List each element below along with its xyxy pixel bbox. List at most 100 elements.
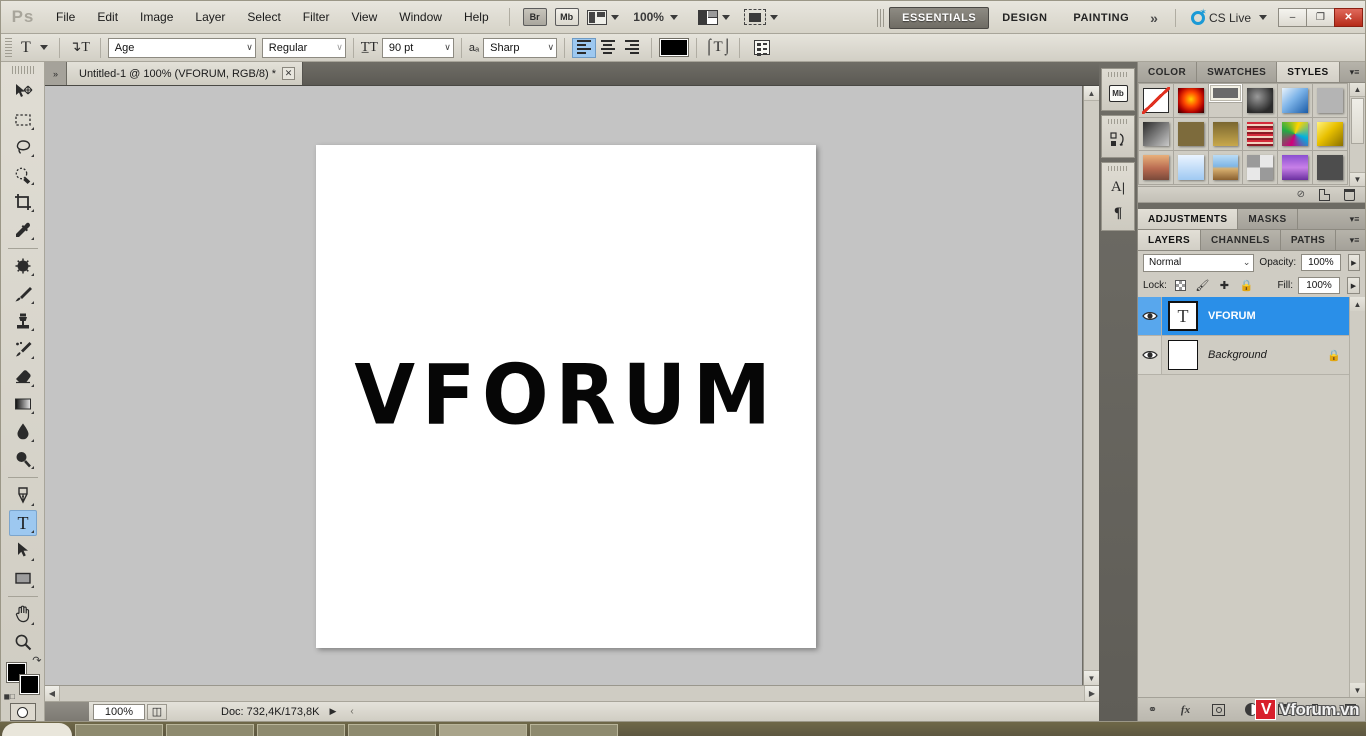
style-swatch-charcoal[interactable] — [1312, 150, 1348, 185]
tab-styles[interactable]: STYLES — [1277, 62, 1340, 82]
history-icon[interactable] — [1104, 127, 1132, 153]
clear-style-icon[interactable]: ⊘ — [1297, 189, 1305, 200]
scroll-down-icon[interactable]: ▼ — [1350, 172, 1365, 186]
rectangle-tool[interactable] — [9, 565, 37, 592]
lock-image-icon[interactable]: 🖌 — [1194, 277, 1211, 294]
taskbar-item[interactable] — [348, 724, 436, 736]
tab-strip-expand-icon[interactable]: » — [45, 62, 67, 85]
document-info-icon[interactable]: ◫ — [147, 703, 167, 720]
scroll-down-icon[interactable]: ▼ — [1350, 683, 1365, 697]
scroll-track[interactable] — [1350, 311, 1365, 683]
document-tab[interactable]: Untitled-1 @ 100% (VFORUM, RGB/8) * ✕ — [67, 62, 303, 85]
menu-layer[interactable]: Layer — [184, 1, 236, 34]
restore-button[interactable]: ❐ — [1306, 8, 1335, 27]
document-canvas[interactable]: VFORUM — [316, 145, 816, 648]
layer-visibility-toggle[interactable] — [1138, 297, 1162, 335]
scroll-track-horizontal[interactable] — [60, 686, 1084, 701]
taskbar-item[interactable] — [439, 724, 527, 736]
delete-style-icon[interactable] — [1344, 188, 1355, 201]
eyedropper-tool[interactable] — [9, 216, 37, 243]
tab-swatches[interactable]: SWATCHES — [1197, 62, 1278, 82]
launch-mini-bridge-button[interactable]: Mb — [554, 7, 580, 27]
dock-grip[interactable] — [1108, 166, 1128, 171]
clone-stamp-tool[interactable] — [9, 308, 37, 335]
antialias-select[interactable]: Sharp ∨ — [483, 37, 558, 58]
delete-layer-icon[interactable] — [1343, 702, 1359, 718]
default-colors-icon[interactable]: ◼□ — [4, 692, 15, 701]
blur-tool[interactable] — [9, 418, 37, 445]
toggle-character-panel-button[interactable] — [747, 40, 777, 55]
menu-help[interactable]: Help — [453, 1, 500, 34]
opacity-field[interactable]: 100% — [1301, 254, 1341, 271]
menu-filter[interactable]: Filter — [292, 1, 341, 34]
warp-text-button[interactable]: ⌠T⌡ — [704, 39, 732, 56]
menu-view[interactable]: View — [340, 1, 388, 34]
mini-bridge-icon[interactable]: Mb — [1104, 80, 1132, 106]
lock-position-icon[interactable]: ✚ — [1216, 277, 1233, 294]
workspace-painting[interactable]: PAINTING — [1060, 8, 1142, 28]
style-swatch-noise-texture[interactable] — [1242, 150, 1279, 185]
style-swatch-sunset[interactable] — [1138, 150, 1174, 185]
style-swatch-red-stripes[interactable] — [1242, 116, 1279, 152]
style-swatch-gold-gradient[interactable] — [1207, 116, 1244, 152]
menu-file[interactable]: File — [45, 1, 86, 34]
history-brush-tool[interactable] — [9, 335, 37, 362]
style-swatch-blue-sky[interactable] — [1277, 83, 1314, 118]
tab-masks[interactable]: MASKS — [1238, 209, 1298, 229]
layers-list[interactable]: T VFORUM Background 🔒 ▲ ▼ — [1138, 297, 1365, 697]
style-swatch-beach[interactable] — [1207, 150, 1244, 185]
arrange-documents-button[interactable] — [695, 7, 733, 27]
spot-healing-brush-tool[interactable] — [9, 253, 37, 280]
minimize-button[interactable]: – — [1278, 8, 1307, 27]
current-tool-preset[interactable]: T — [17, 37, 52, 59]
start-button[interactable] — [2, 723, 72, 736]
layer-thumbnail[interactable] — [1168, 340, 1198, 370]
taskbar-item[interactable] — [166, 724, 254, 736]
scroll-right-icon[interactable]: ▶ — [1084, 686, 1099, 701]
workspace-essentials[interactable]: ESSENTIALS — [889, 6, 990, 29]
style-swatch-gray-bevel[interactable] — [1207, 83, 1244, 103]
lock-transparency-icon[interactable] — [1172, 277, 1189, 294]
link-layers-icon[interactable]: ⚭ — [1145, 702, 1161, 718]
launch-bridge-button[interactable]: Br — [522, 7, 548, 27]
dock-grip[interactable] — [1108, 119, 1128, 124]
tab-adjustments[interactable]: ADJUSTMENTS — [1138, 209, 1239, 229]
layer-mask-icon[interactable] — [1211, 702, 1227, 718]
artwork-text[interactable]: VFORUM — [354, 346, 777, 443]
workspace-grip[interactable] — [877, 8, 886, 27]
view-extras-button[interactable] — [586, 7, 620, 27]
new-layer-icon[interactable] — [1310, 702, 1326, 718]
styles-scrollbar[interactable]: ▲ ▼ — [1349, 83, 1365, 186]
taskbar-item[interactable] — [75, 724, 163, 736]
tab-layers[interactable]: LAYERS — [1138, 230, 1202, 250]
horizontal-type-tool[interactable]: T — [8, 509, 37, 537]
background-color-swatch[interactable] — [18, 674, 40, 696]
canvas-vertical-scrollbar[interactable]: ▲ ▼ — [1083, 86, 1099, 685]
close-button[interactable]: ✕ — [1334, 8, 1363, 27]
crop-tool[interactable] — [9, 189, 37, 216]
screen-mode-button[interactable] — [742, 7, 780, 27]
new-style-icon[interactable] — [1319, 188, 1330, 201]
rectangular-marquee-tool[interactable] — [9, 106, 37, 133]
lasso-tool[interactable] — [9, 134, 37, 161]
font-family-select[interactable]: Age ∨ — [107, 37, 256, 58]
style-swatch-olive-flat[interactable] — [1172, 116, 1209, 152]
scroll-up-icon[interactable]: ▲ — [1350, 297, 1365, 311]
scroll-up-icon[interactable]: ▲ — [1350, 83, 1365, 97]
styles-swatch-grid[interactable] — [1138, 83, 1349, 186]
menu-edit[interactable]: Edit — [86, 1, 129, 34]
brush-tool[interactable] — [9, 280, 37, 307]
status-menu-icon[interactable]: ▶ — [319, 706, 346, 717]
table-row[interactable]: T VFORUM — [1138, 297, 1349, 336]
layer-name[interactable]: VFORUM — [1208, 310, 1256, 322]
style-swatch-ice-blue[interactable] — [1172, 150, 1209, 185]
zoom-level-dropdown[interactable]: 100% — [626, 7, 684, 27]
style-swatch-light-gray[interactable] — [1312, 83, 1348, 118]
style-swatch-gray-gradient[interactable] — [1138, 116, 1174, 152]
lock-all-icon[interactable]: 🔒 — [1238, 277, 1255, 294]
scroll-down-icon[interactable]: ▼ — [1084, 670, 1099, 685]
foreground-background-colors[interactable]: ↷ ◼□ — [4, 655, 42, 701]
quick-mask-toggle[interactable] — [9, 703, 36, 722]
canvas-horizontal-scrollbar[interactable]: ◀ ▶ — [45, 685, 1099, 701]
scroll-left-icon[interactable]: ◀ — [45, 686, 60, 701]
